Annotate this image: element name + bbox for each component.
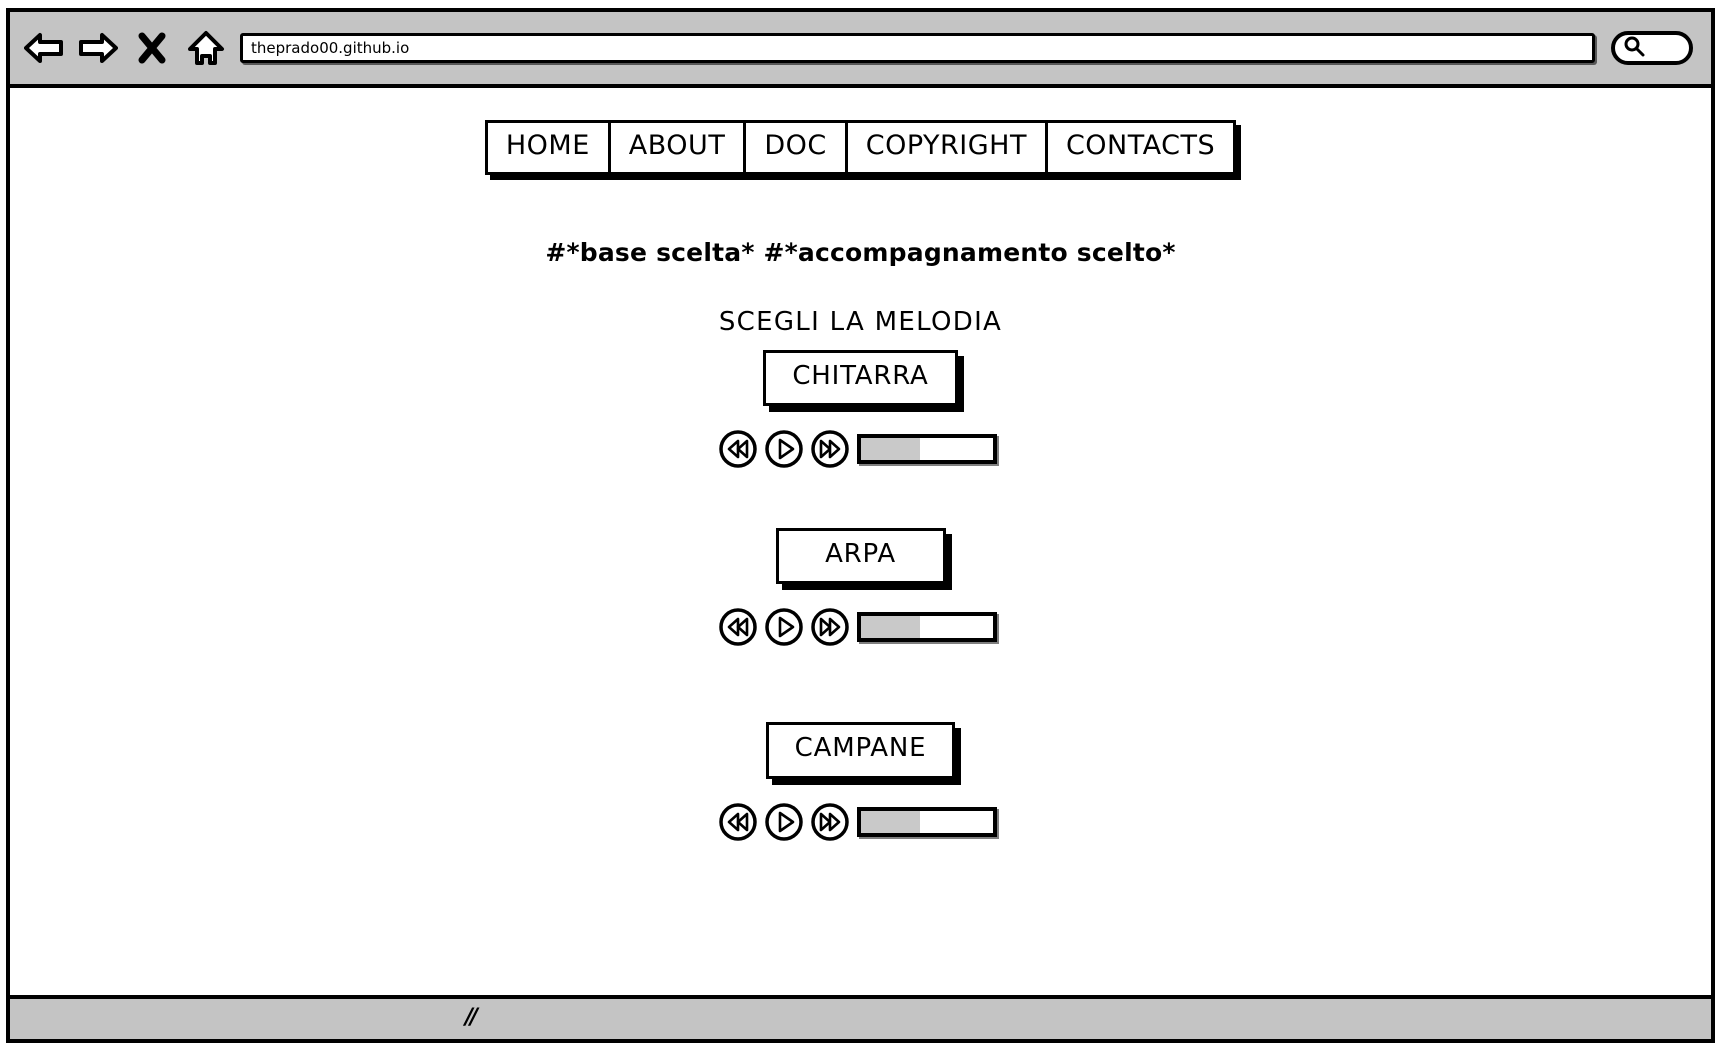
heading-block: #*base scelta* #*accompagnamento scelto*…	[10, 238, 1711, 337]
play-icon[interactable]	[763, 801, 805, 843]
close-x-icon[interactable]	[132, 28, 172, 68]
rewind-icon[interactable]	[717, 801, 759, 843]
browser-toolbar: theprado00.github.io	[10, 12, 1711, 88]
selection-summary: #*base scelta* #*accompagnamento scelto*	[545, 238, 1176, 267]
progress-fill	[860, 438, 920, 461]
melody-item: ARPA	[10, 528, 1711, 648]
player-controls	[717, 606, 997, 648]
play-icon[interactable]	[763, 606, 805, 648]
rewind-icon[interactable]	[717, 606, 759, 648]
rewind-icon[interactable]	[717, 428, 759, 470]
progress-fill	[860, 616, 920, 639]
nav-item-doc[interactable]: DOC	[746, 123, 848, 172]
status-bar: //	[10, 995, 1711, 1039]
nav-item-copyright[interactable]: COPYRIGHT	[848, 123, 1048, 172]
melody-item: CHITARRA	[10, 350, 1711, 470]
main-nav: HOME ABOUT DOC COPYRIGHT CONTACTS	[484, 120, 1237, 175]
progress-bar[interactable]	[856, 806, 997, 837]
url-text: theprado00.github.io	[251, 39, 410, 57]
player-controls	[717, 801, 997, 843]
main-nav-wrapper: HOME ABOUT DOC COPYRIGHT CONTACTS	[10, 120, 1711, 175]
search-box[interactable]	[1611, 31, 1693, 65]
instrument-button-arpa[interactable]: ARPA	[775, 528, 946, 585]
progress-bar[interactable]	[856, 612, 997, 643]
browser-nav-icons	[24, 28, 226, 68]
page-title: SCEGLI LA MELODIA	[718, 307, 1003, 337]
progress-fill	[860, 810, 920, 833]
browser-window: theprado00.github.io HOME ABOUT DOC COPY…	[6, 8, 1715, 1043]
resize-handle-icon[interactable]: //	[465, 1005, 478, 1030]
forward-arrow-icon[interactable]	[78, 28, 118, 68]
player-controls	[717, 428, 997, 470]
nav-item-contacts[interactable]: CONTACTS	[1048, 123, 1233, 172]
fast-forward-icon[interactable]	[809, 606, 851, 648]
instrument-button-chitarra[interactable]: CHITARRA	[763, 350, 958, 407]
home-icon[interactable]	[186, 28, 226, 68]
search-icon	[1623, 35, 1645, 61]
melody-list: CHITARRA ARPA CAMPANE	[10, 350, 1711, 843]
progress-bar[interactable]	[856, 434, 997, 465]
back-arrow-icon[interactable]	[24, 28, 64, 68]
nav-item-home[interactable]: HOME	[488, 123, 611, 172]
page-content: HOME ABOUT DOC COPYRIGHT CONTACTS #*base…	[10, 88, 1711, 995]
nav-item-about[interactable]: ABOUT	[611, 123, 747, 172]
fast-forward-icon[interactable]	[809, 428, 851, 470]
play-icon[interactable]	[763, 428, 805, 470]
url-bar[interactable]: theprado00.github.io	[240, 33, 1595, 63]
instrument-button-campane[interactable]: CAMPANE	[765, 722, 956, 779]
fast-forward-icon[interactable]	[809, 801, 851, 843]
melody-item: CAMPANE	[10, 722, 1711, 842]
